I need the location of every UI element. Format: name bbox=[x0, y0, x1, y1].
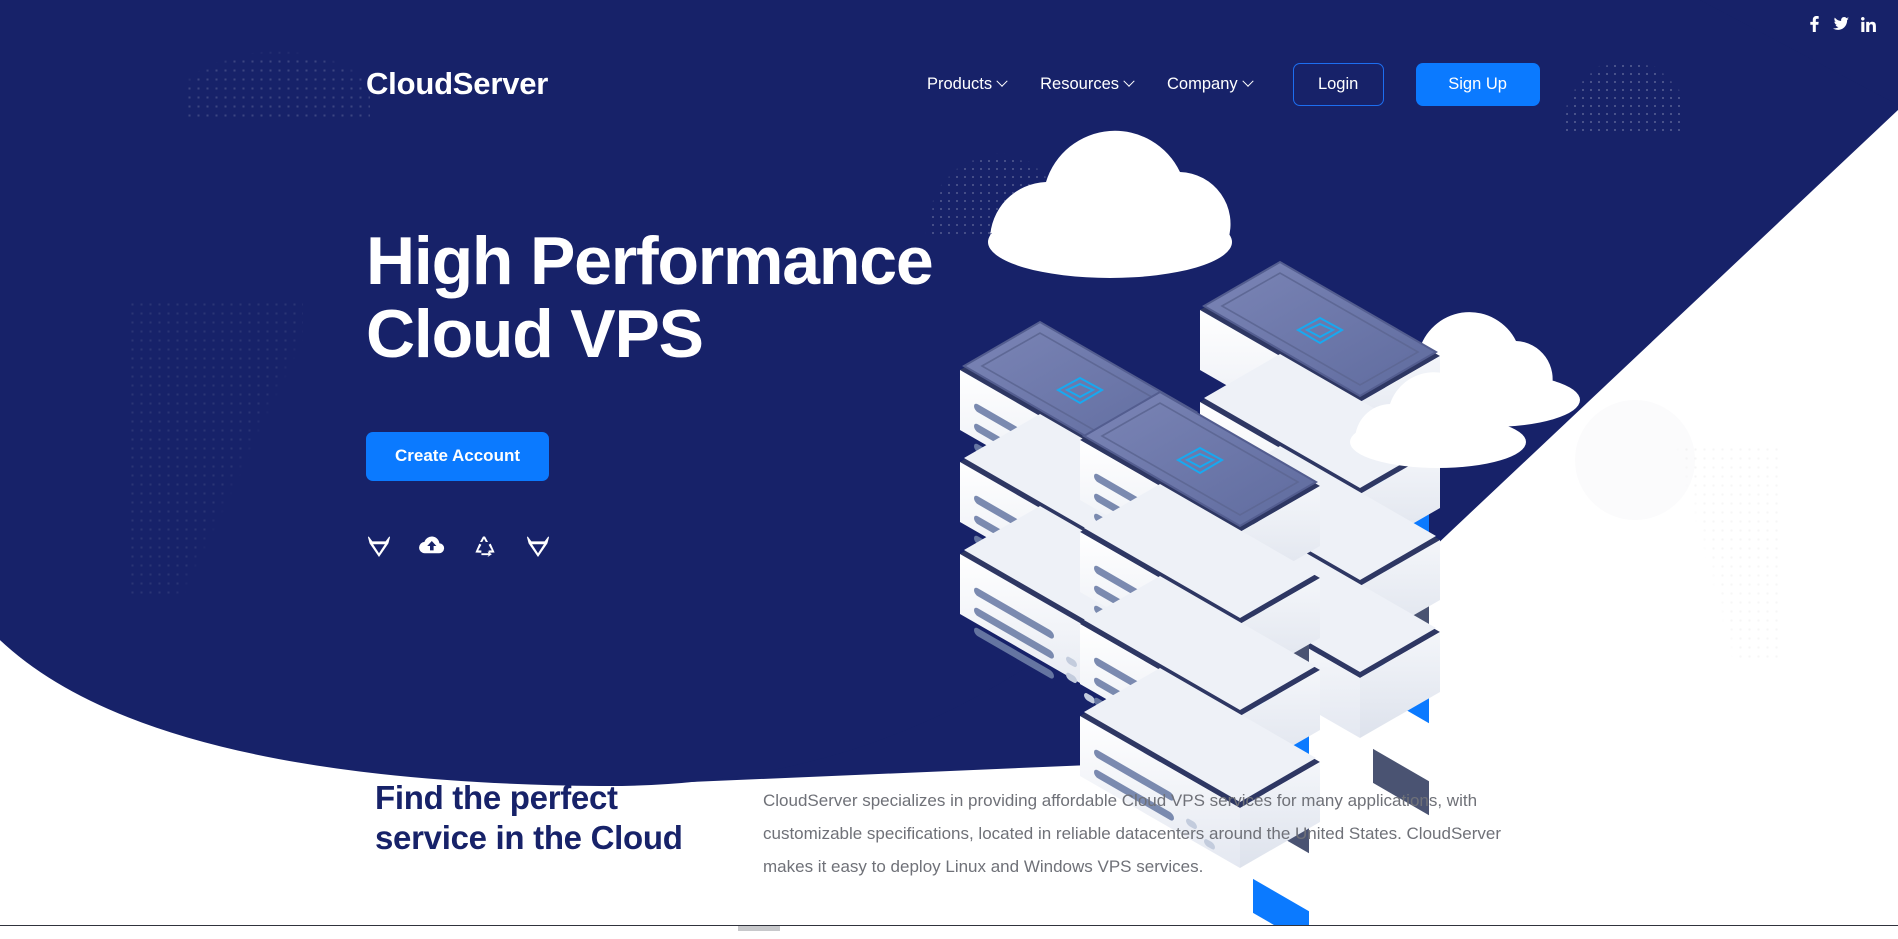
browser-bottom-bar bbox=[0, 925, 1898, 939]
os-logo-row bbox=[366, 533, 1046, 559]
chevron-down-icon bbox=[1123, 75, 1135, 87]
nav-item-resources[interactable]: Resources bbox=[1023, 67, 1150, 102]
page-root: CloudServer Products Resources Company L… bbox=[0, 0, 1898, 939]
nav-item-label: Resources bbox=[1040, 74, 1119, 93]
nav-item-products[interactable]: Products bbox=[910, 67, 1023, 102]
hero-content: High Performance Cloud VPS Create Accoun… bbox=[366, 223, 1046, 559]
nav-item-company[interactable]: Company bbox=[1150, 67, 1269, 102]
gitlab-fox-icon-2[interactable] bbox=[525, 533, 551, 559]
chevron-down-icon bbox=[1241, 75, 1254, 87]
recycle-icon[interactable] bbox=[472, 533, 498, 559]
main-navigation: Products Resources Company Login Sign Up bbox=[910, 62, 1540, 106]
horizontal-scrollbar-thumb[interactable] bbox=[738, 926, 780, 931]
create-account-button[interactable]: Create Account bbox=[366, 431, 549, 481]
nav-item-label: Products bbox=[927, 74, 993, 93]
ghost-circle-decoration bbox=[1575, 400, 1695, 520]
linkedin-icon[interactable] bbox=[1860, 14, 1876, 34]
site-header: CloudServer Products Resources Company L… bbox=[0, 50, 1898, 118]
hero-title: High Performance Cloud VPS bbox=[366, 223, 934, 373]
nav-item-label: Company bbox=[1167, 74, 1238, 93]
facebook-icon[interactable] bbox=[1806, 14, 1822, 34]
section-heading: Find the perfect service in the Cloud bbox=[375, 779, 683, 857]
gitlab-fox-icon[interactable] bbox=[366, 533, 392, 559]
cloud-upload-icon[interactable] bbox=[419, 533, 445, 559]
brand-logo[interactable]: CloudServer bbox=[366, 66, 548, 102]
twitter-icon[interactable] bbox=[1833, 14, 1849, 34]
login-button[interactable]: Login bbox=[1292, 62, 1384, 106]
section-body-text: CloudServer specializes in providing aff… bbox=[763, 791, 1502, 876]
chevron-down-icon bbox=[996, 75, 1008, 87]
social-links bbox=[1806, 14, 1876, 34]
signup-button[interactable]: Sign Up bbox=[1415, 62, 1540, 106]
